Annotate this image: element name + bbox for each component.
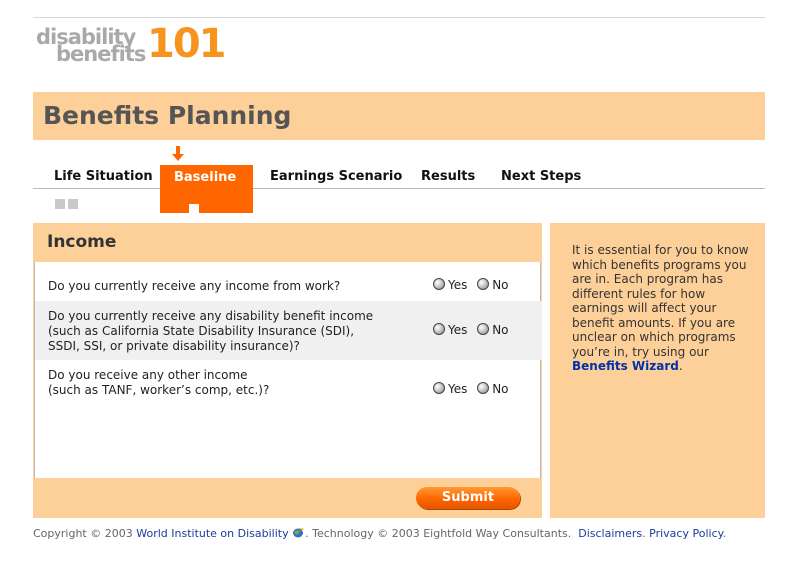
question-row-other-income: Do you receive any other income (such as… [35,360,542,410]
yes-label: Yes [448,278,468,292]
current-step-arrow-icon [172,146,184,161]
no-radio[interactable] [477,323,490,335]
tab-divider [33,188,765,189]
yes-radio[interactable] [433,278,445,290]
info-sidebar: It is essential for you to know which be… [550,223,765,518]
tab-life-situation[interactable]: Life Situation [54,169,153,184]
title-bar: Benefits Planning [33,92,765,140]
income-questions: Do you currently receive any income from… [34,262,542,478]
logo-number: 101 [147,21,226,67]
income-panel: Income Do you currently receive any inco… [33,223,542,518]
question-row-disability-income: Do you currently receive any disability … [35,301,542,360]
logo[interactable]: disability benefits 101 [36,21,236,67]
top-divider [33,17,765,18]
disclaimers-link[interactable]: Disclaimers [578,527,642,540]
page-title: Benefits Planning [43,101,292,130]
no-radio[interactable] [477,278,490,290]
logo-word-benefits: benefits [56,42,146,66]
life-situation-progress [55,194,81,209]
tab-results[interactable]: Results [421,169,475,184]
tab-baseline[interactable]: Baseline [160,165,253,214]
progress-dot [55,199,65,209]
tab-earnings-scenario[interactable]: Earnings Scenario [270,169,402,184]
no-label: No [492,382,509,396]
answer-options: Yes No [433,278,515,293]
tab-baseline-label: Baseline [174,170,237,185]
no-label: No [492,323,509,337]
no-label: No [492,278,509,292]
question-line: Do you currently receive any disability … [48,309,374,323]
submit-button[interactable]: Submit [416,487,520,509]
answer-options: Yes No [433,382,515,397]
footer: Copyright © 2003 World Institute on Disa… [33,527,727,540]
question-text: Do you currently receive any income from… [48,279,340,294]
privacy-policy-link[interactable]: Privacy Policy [649,527,722,540]
question-line: (such as California State Disability Ins… [48,324,355,338]
question-text: Do you currently receive any disability … [48,309,373,354]
progress-tabs: Life Situation Baseline Earnings Scenari… [33,146,765,220]
yes-label: Yes [448,323,468,337]
sidebar-text: It is essential for you to know which be… [572,243,757,374]
benefits-wizard-link[interactable]: Benefits Wizard [572,359,679,373]
question-line: Do you currently receive any income from… [48,279,341,293]
footer-copyright: Copyright © 2003 [33,527,137,540]
yes-label: Yes [448,382,468,396]
answer-options: Yes No [433,323,515,338]
sidebar-end: . [678,359,683,373]
yes-radio[interactable] [433,382,445,394]
question-line: SSDI, SSI, or private disability insuran… [48,339,300,353]
question-line: Do you receive any other income [48,368,248,382]
tab-next-steps[interactable]: Next Steps [501,169,581,184]
question-line: (such as TANF, worker’s comp, etc.)? [48,383,270,397]
progress-dot [68,199,78,209]
no-radio[interactable] [477,382,490,394]
footer-tech: . Technology © 2003 Eightfold Way Consul… [305,527,572,540]
globe-icon [293,527,305,538]
progress-dot-current [189,204,199,214]
sidebar-body: It is essential for you to know which be… [572,243,749,359]
wid-link[interactable]: World Institute on Disability [136,527,288,540]
question-text: Do you receive any other income (such as… [48,368,269,398]
yes-radio[interactable] [433,323,445,335]
income-heading: Income [47,232,117,252]
question-row-work-income: Do you currently receive any income from… [35,262,542,301]
